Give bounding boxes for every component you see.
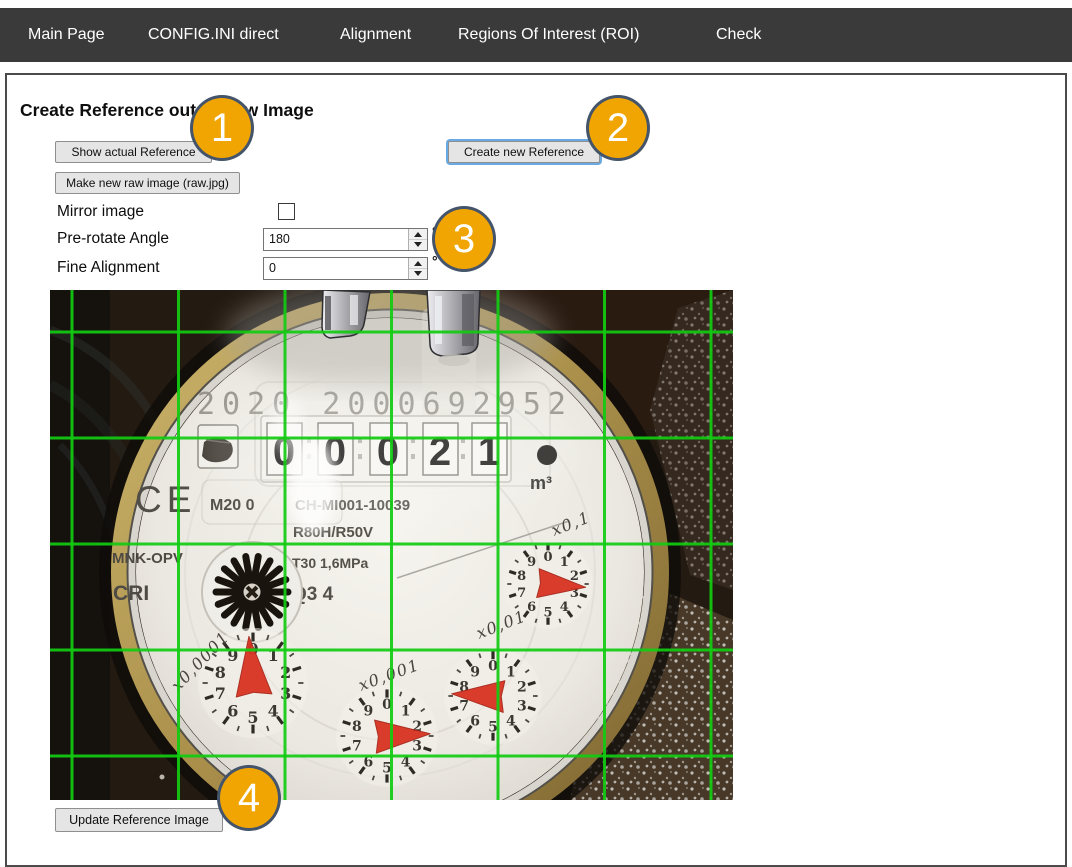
annotation-badge-1: 1 (190, 95, 254, 161)
svg-text:CRI: CRI (113, 582, 149, 605)
dial-digit: 5 (247, 708, 258, 727)
pre-rotate-angle-value: 180 (269, 229, 290, 250)
create-new-reference-button[interactable]: Create new Reference (448, 141, 600, 163)
spin-down-icon[interactable] (409, 269, 427, 279)
meter-photo: 2020 2000692952 0 0 0 2 1 (50, 290, 733, 800)
svg-text:M20 0: M20 0 (210, 497, 255, 514)
annotation-badge-3: 3 (432, 206, 496, 272)
update-reference-image-button[interactable]: Update Reference Image (55, 808, 223, 832)
dial-digit: 9 (527, 555, 536, 570)
fine-alignment-input[interactable]: 0 (263, 257, 428, 280)
dial-digit: 7 (215, 684, 226, 703)
nav-alignment[interactable]: Alignment (340, 8, 411, 62)
page-title: Create Reference out of Raw Image (20, 100, 314, 121)
make-new-raw-image-button[interactable]: Make new raw image (raw.jpg) (55, 172, 240, 194)
dial-digit: 0 (543, 550, 552, 565)
dial-digit: 5 (543, 605, 552, 620)
dial-digit: 5 (488, 719, 498, 735)
show-actual-reference-button[interactable]: Show actual Reference (55, 141, 212, 163)
svg-text:MNK-OPV: MNK-OPV (112, 550, 183, 567)
dial-digit: 2 (517, 680, 527, 696)
fine-alignment-label: Fine Alignment (57, 259, 160, 277)
dial-digit: 3 (517, 698, 527, 714)
pre-rotate-angle-label: Pre-rotate Angle (57, 230, 169, 248)
top-nav: Main Page CONFIG.INI direct Alignment Re… (0, 8, 1072, 62)
dial-digit: 7 (459, 698, 469, 714)
annotation-badge-4: 4 (217, 765, 281, 831)
dial-digit: 8 (352, 719, 362, 735)
spinner (408, 229, 427, 250)
svg-text:T30 1,6MPa: T30 1,6MPa (292, 555, 368, 571)
dial-digit: 9 (364, 703, 374, 719)
mirror-image-label: Mirror image (57, 203, 144, 221)
pre-rotate-angle-input[interactable]: 180 (263, 228, 428, 251)
spin-up-icon[interactable] (409, 229, 427, 240)
nav-check[interactable]: Check (716, 8, 761, 62)
fine-alignment-value: 0 (269, 258, 276, 279)
ce-mark: CE (135, 479, 196, 520)
dial-digit: 4 (560, 600, 569, 615)
mirror-image-checkbox[interactable] (278, 203, 295, 220)
dial-digit: 8 (215, 663, 226, 682)
dial-digit: 7 (517, 586, 526, 601)
spin-down-icon[interactable] (409, 240, 427, 250)
spin-up-icon[interactable] (409, 258, 427, 269)
dial-digit: 3 (412, 739, 422, 755)
dial-digit: 7 (352, 739, 362, 755)
dial-digit: 6 (527, 600, 536, 615)
dial-digit: 4 (506, 713, 516, 729)
dial-digit: 9 (470, 664, 480, 680)
reference-raw-image: 2020 2000692952 0 0 0 2 1 (50, 290, 733, 800)
dial-digit: 1 (401, 703, 411, 719)
dial-digit: 1 (506, 664, 516, 680)
dial-digit: 4 (268, 701, 279, 720)
annotation-badge-2: 2 (586, 95, 650, 161)
spinner (408, 258, 427, 279)
nav-main-page[interactable]: Main Page (28, 8, 105, 62)
dial-digit: 1 (560, 555, 569, 570)
dial-digit: 8 (517, 569, 526, 584)
nav-config-ini[interactable]: CONFIG.INI direct (148, 8, 279, 62)
gear-wheel-icon (202, 542, 302, 642)
dial-digit: 6 (470, 713, 480, 729)
nav-roi[interactable]: Regions Of Interest (ROI) (458, 8, 639, 62)
dial-digit: 6 (227, 701, 238, 720)
